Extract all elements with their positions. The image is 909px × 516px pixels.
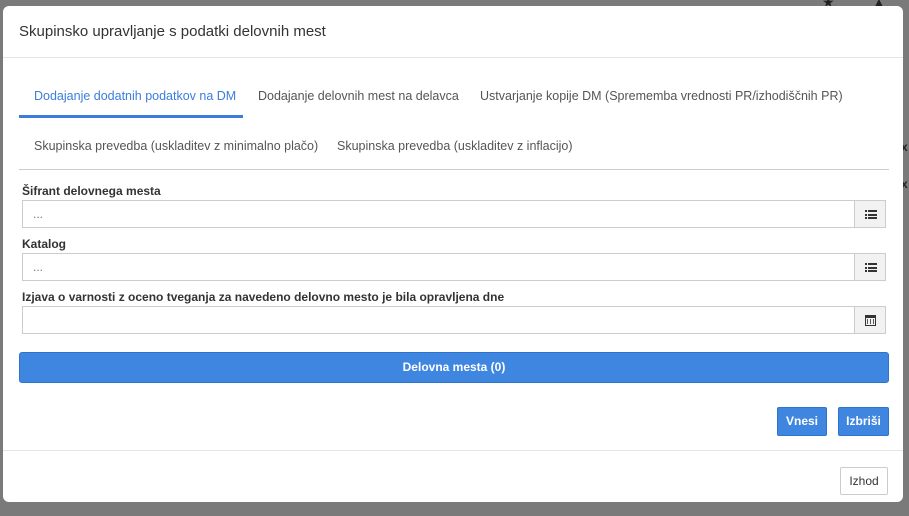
izhod-button[interactable]: Izhod — [840, 467, 888, 495]
katalog-input-group — [22, 253, 886, 281]
izjava-date-input[interactable] — [22, 306, 854, 334]
tab-bar: Dodajanje dodatnih podatkov na DM Dodaja… — [19, 78, 889, 170]
sifrant-label: Šifrant delovnega mesta — [22, 184, 161, 198]
modal-title: Skupinsko upravljanje s podatki delovnih… — [19, 23, 326, 40]
izbrisi-button[interactable]: Izbriši — [838, 407, 889, 436]
tab-label: Skupinska prevedba (uskladitev z inflaci… — [337, 139, 573, 153]
katalog-picker-button[interactable] — [854, 253, 886, 281]
izjava-input-group — [22, 306, 886, 334]
list-icon — [865, 210, 877, 219]
bulk-workplace-modal: Skupinsko upravljanje s podatki delovnih… — [3, 6, 903, 502]
tab-minimum-wage-adjustment[interactable]: Skupinska prevedba (uskladitev z minimal… — [19, 128, 318, 168]
tab-copy-workplace[interactable]: Ustvarjanje kopije DM (Sprememba vrednos… — [465, 78, 843, 118]
sifrant-picker-button[interactable] — [854, 200, 886, 228]
calendar-icon — [865, 315, 876, 326]
katalog-input[interactable] — [22, 253, 854, 281]
izjava-label: Izjava o varnosti z oceno tveganja za na… — [22, 290, 505, 304]
tab-label: Dodajanje dodatnih podatkov na DM — [34, 89, 237, 103]
delovna-mesta-button[interactable]: Delovna mesta (0) — [19, 352, 889, 383]
tab-inflation-adjustment[interactable]: Skupinska prevedba (uskladitev z inflaci… — [322, 128, 573, 168]
tab-add-workplaces-to-employee[interactable]: Dodajanje delovnih mest na delavca — [243, 78, 459, 118]
sifrant-input[interactable] — [22, 200, 854, 228]
tab-label: Skupinska prevedba (uskladitev z minimal… — [34, 139, 319, 153]
vnesi-button[interactable]: Vnesi — [777, 407, 827, 436]
tab-additional-data[interactable]: Dodajanje dodatnih podatkov na DM — [19, 78, 243, 118]
izjava-calendar-button[interactable] — [854, 306, 886, 334]
footer-divider — [3, 450, 903, 451]
tab-label: Ustvarjanje kopije DM (Sprememba vrednos… — [480, 89, 843, 103]
katalog-label: Katalog — [22, 237, 67, 251]
modal-header: Skupinsko upravljanje s podatki delovnih… — [3, 6, 903, 58]
sifrant-input-group — [22, 200, 886, 228]
list-icon — [865, 263, 877, 272]
tab-label: Dodajanje delovnih mest na delavca — [258, 89, 459, 103]
